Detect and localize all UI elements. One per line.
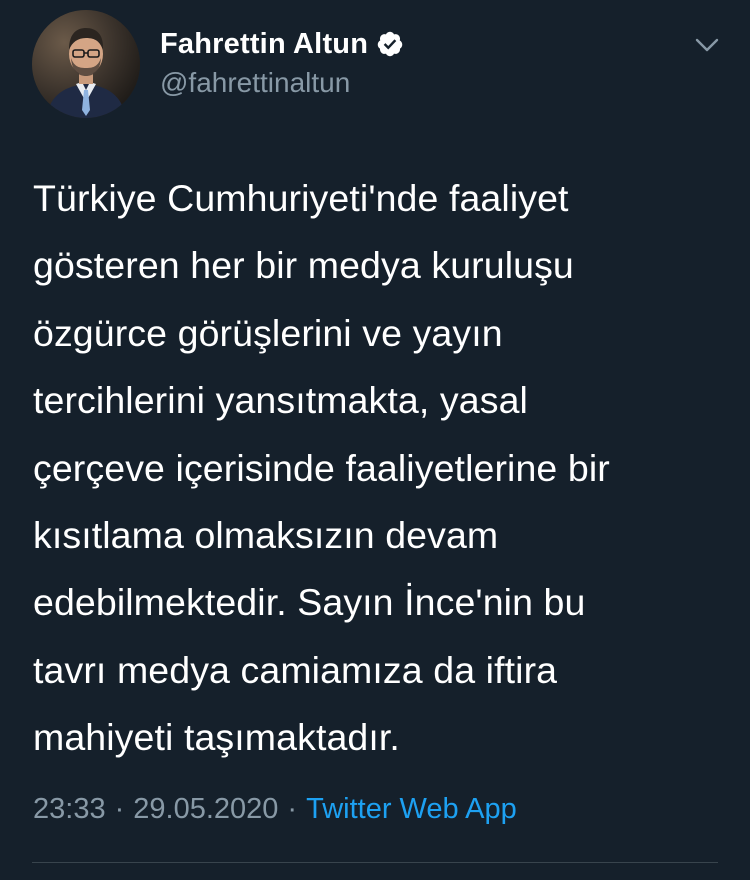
user-handle[interactable]: @fahrettinaltun [160,67,404,99]
name-row: Fahrettin Altun [160,24,404,64]
avatar[interactable] [32,10,140,118]
meta-separator: · [114,793,125,825]
user-info[interactable]: Fahrettin Altun @fahrettinaltun [160,24,404,99]
tweet-menu-button[interactable] [692,30,722,60]
tweet-source-link[interactable]: Twitter Web App [306,793,517,825]
tweet-metadata: 23:33 · 29.05.2020 · Twitter Web App [33,793,517,826]
display-name[interactable]: Fahrettin Altun [160,28,368,61]
tweet-detail: Fahrettin Altun @fahrettinaltun Türkiye … [0,0,750,880]
divider [32,862,718,863]
avatar-photo-icon [32,10,140,118]
tweet-time[interactable]: 23:33 [33,793,106,825]
verified-badge-icon [376,30,404,58]
meta-separator: · [287,793,298,825]
tweet-date[interactable]: 29.05.2020 [133,793,278,825]
chevron-down-icon [695,38,719,52]
tweet-text: Türkiye Cumhuriyeti'nde faaliyet göstere… [33,177,610,759]
